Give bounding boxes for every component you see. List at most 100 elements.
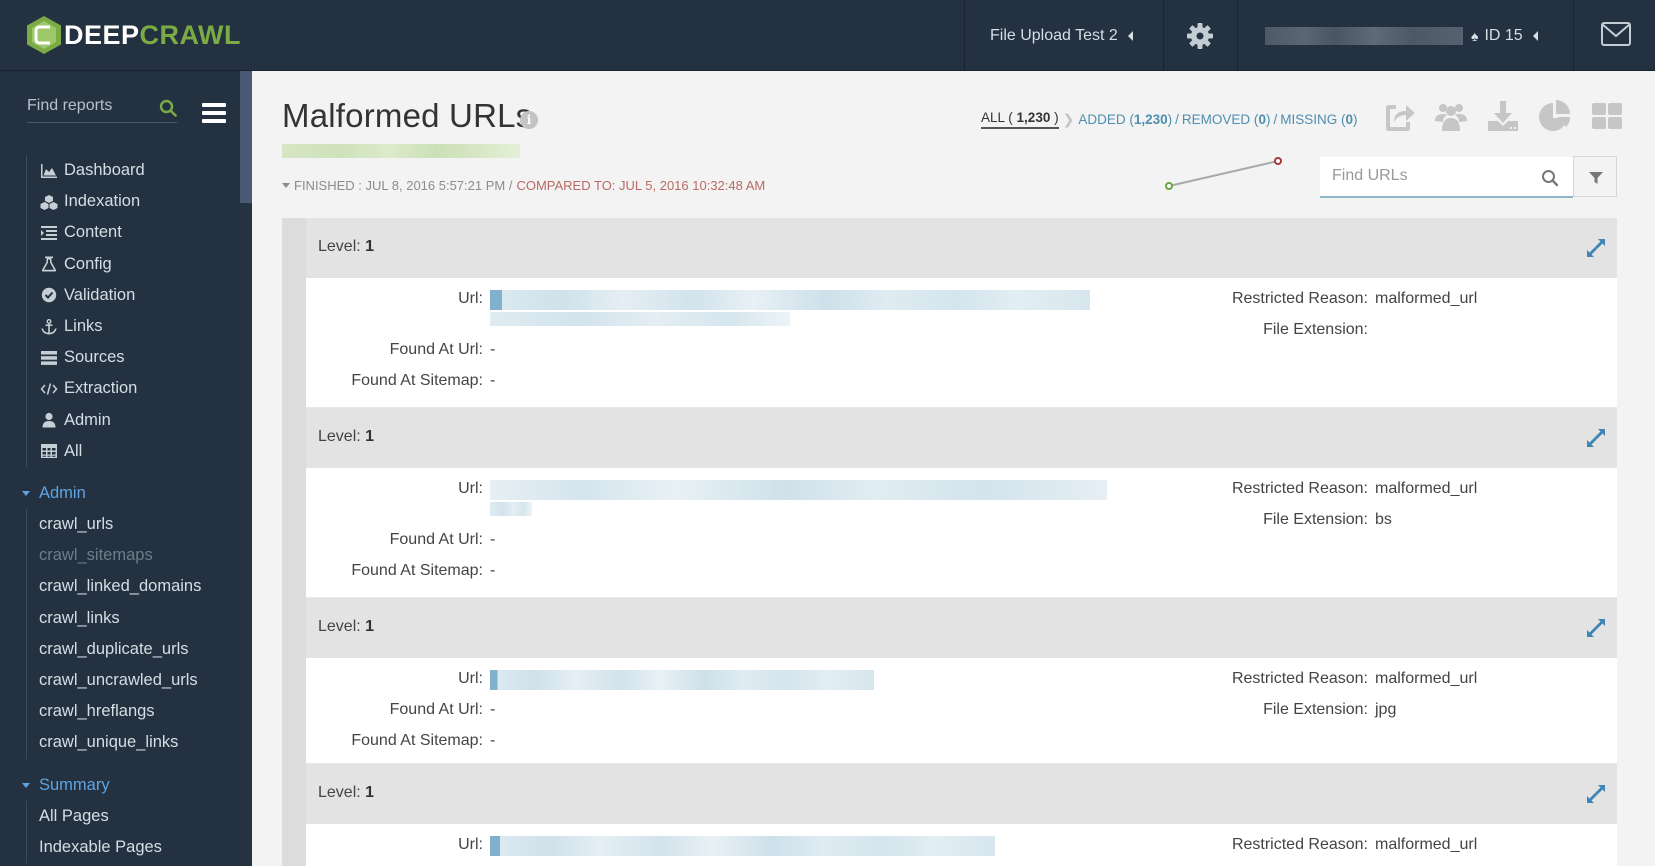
trend-sparkline xyxy=(1165,157,1282,190)
expand-icon[interactable] xyxy=(1585,783,1607,805)
level-label: Level: 1 xyxy=(318,238,375,255)
sidebar-item-label: Sources xyxy=(64,348,125,367)
info-icon[interactable]: i xyxy=(520,111,538,129)
deepcrawl-logo[interactable]: DEEPCRAWL xyxy=(26,14,241,56)
caret-down-icon xyxy=(22,783,30,788)
sidebar-item-admin[interactable]: Admin xyxy=(27,405,145,436)
record-card: Level: 1 Url: Found At Url: - Found At S… xyxy=(306,218,1617,408)
menu-toggle-button[interactable] xyxy=(202,103,226,123)
found-at-url-row: Found At Url: - xyxy=(389,341,496,358)
sidebar-item-label: Links xyxy=(64,317,103,336)
url-value-redacted[interactable] xyxy=(490,480,1107,516)
filter-missing[interactable]: MISSING (0) xyxy=(1280,112,1357,127)
sidebar-item-label: Validation xyxy=(64,285,136,304)
user-icon xyxy=(39,411,59,429)
hamburger-bar xyxy=(202,103,226,107)
search-icon[interactable] xyxy=(1541,169,1559,187)
sparkline-point-end[interactable] xyxy=(1274,157,1282,165)
sidebar-item-crawl-hreflangs[interactable]: crawl_hreflangs xyxy=(27,696,201,727)
sidebar-item-all-pages[interactable]: All Pages xyxy=(27,801,162,832)
users-icon xyxy=(1435,104,1467,131)
find-urls-input[interactable] xyxy=(1332,167,1532,185)
share-button[interactable] xyxy=(1382,99,1416,133)
sidebar-item-label: Admin xyxy=(64,410,111,429)
sidebar-section-admin[interactable]: Admin xyxy=(22,484,86,503)
project-name: File Upload Test 2 xyxy=(990,26,1118,44)
sidebar-item-validation[interactable]: Validation xyxy=(27,280,145,311)
sidebar-item-crawl-links[interactable]: crawl_links xyxy=(27,603,201,634)
hamburger-bar xyxy=(202,119,226,123)
page-title: Malformed URLs xyxy=(282,97,533,134)
level-label: Level: 1 xyxy=(318,428,375,445)
restricted-reason-row: Restricted Reason: malformed_url xyxy=(1231,480,1478,497)
sidebar-item-crawl-linked-domains[interactable]: crawl_linked_domains xyxy=(27,571,201,602)
url-value-redacted[interactable] xyxy=(490,836,995,856)
sidebar-item-indexable-pages[interactable]: Indexable Pages xyxy=(27,832,162,863)
record-body: Url: Restricted Reason: malformed_url xyxy=(306,824,1617,866)
chart-view-button[interactable] xyxy=(1538,99,1572,133)
sidebar-item-links[interactable]: Links xyxy=(27,311,145,342)
expand-icon[interactable] xyxy=(1585,427,1607,449)
sidebar-item-all[interactable]: All xyxy=(27,436,145,467)
url-row: Url: xyxy=(306,290,1090,326)
sparkline-point-start[interactable] xyxy=(1165,182,1173,190)
account-id: ID 15 xyxy=(1484,26,1523,44)
change-filters: ALL ( 1,230 ) ❯ ADDED (1,230) / REMOVED … xyxy=(981,110,1358,129)
messages-button[interactable] xyxy=(1601,22,1631,46)
sidebar-item-indexation[interactable]: Indexation xyxy=(27,186,145,217)
filter-removed[interactable]: REMOVED (0) xyxy=(1182,112,1271,127)
url-value-redacted[interactable] xyxy=(490,670,874,690)
expand-icon[interactable] xyxy=(1585,237,1607,259)
restricted-reason-row: Restricted Reason: malformed_url xyxy=(1231,836,1478,853)
gear-icon xyxy=(1187,23,1213,49)
sidebar-item-crawl-uncrawled-urls[interactable]: crawl_uncrawled_urls xyxy=(27,665,201,696)
separator: / xyxy=(1273,112,1278,127)
filter-added[interactable]: ADDED (1,230) xyxy=(1078,112,1172,127)
sidebar-item-sources[interactable]: Sources xyxy=(27,342,145,373)
sidebar-item-dashboard[interactable]: Dashboard xyxy=(27,155,145,186)
sidebar-item-content[interactable]: Content xyxy=(27,217,145,248)
download-button[interactable] xyxy=(1486,99,1520,133)
project-selector[interactable]: File Upload Test 2 xyxy=(990,0,1133,71)
logo-hexagon-icon xyxy=(27,16,61,54)
grid-view-button[interactable] xyxy=(1590,99,1624,133)
sidebar-main-nav: Dashboard Indexation Content Config Vali… xyxy=(26,155,145,467)
flask-icon xyxy=(39,255,59,273)
top-navbar: DEEPCRAWL File Upload Test 2 ♠ ID 15 xyxy=(0,0,1655,71)
finished-timestamp: FINISHED : JUL 8, 2016 5:57:21 PM / xyxy=(294,178,513,193)
expand-icon[interactable] xyxy=(1585,617,1607,639)
caret-down-icon xyxy=(22,491,30,496)
settings-button[interactable] xyxy=(1186,22,1214,50)
share-users-button[interactable] xyxy=(1434,99,1468,133)
sidebar-item-config[interactable]: Config xyxy=(27,249,145,280)
find-urls-field xyxy=(1320,157,1573,198)
url-value-redacted[interactable] xyxy=(490,290,1090,326)
filter-all[interactable]: ALL ( 1,230 ) xyxy=(981,110,1059,129)
sidebar-section-title: Summary xyxy=(39,776,110,794)
search-icon[interactable] xyxy=(159,99,177,117)
record-card: Level: 1 Url: Restricted Reason: malform… xyxy=(306,764,1617,866)
filter-button[interactable] xyxy=(1573,156,1617,197)
record-body: Url: Found At Url: - Found At Sitemap: -… xyxy=(306,278,1617,408)
check-circle-icon xyxy=(39,286,59,304)
compared-timestamp: COMPARED TO: JUL 5, 2016 10:32:48 AM xyxy=(516,178,766,193)
sidebar-item-label: Dashboard xyxy=(64,161,145,180)
sidebar-section-summary[interactable]: Summary xyxy=(22,776,110,795)
sidebar-item-extraction[interactable]: Extraction xyxy=(27,373,145,404)
sidebar-item-label: Extraction xyxy=(64,379,138,398)
sidebar-item-crawl-urls[interactable]: crawl_urls xyxy=(27,509,201,540)
report-actions xyxy=(1382,99,1624,133)
record-header: Level: 1 xyxy=(306,218,1617,278)
account-menu[interactable]: ♠ ID 15 xyxy=(1265,0,1538,71)
found-at-url-row: Found At Url: - xyxy=(389,701,496,718)
server-icon xyxy=(39,349,59,367)
crawl-timestamps[interactable]: FINISHED : JUL 8, 2016 5:57:21 PM / COMP… xyxy=(282,178,765,193)
sidebar-item-crawl-unique-links[interactable]: crawl_unique_links xyxy=(27,727,201,758)
anchor-icon xyxy=(39,318,59,336)
navbar-divider xyxy=(1573,0,1574,71)
sidebar-item-crawl-duplicate-urls[interactable]: crawl_duplicate_urls xyxy=(27,634,201,665)
download-icon xyxy=(1488,101,1518,131)
sidebar-item-label: Indexation xyxy=(64,192,141,211)
find-reports-input[interactable] xyxy=(27,97,147,115)
sidebar-scrollbar-thumb[interactable] xyxy=(240,71,252,203)
